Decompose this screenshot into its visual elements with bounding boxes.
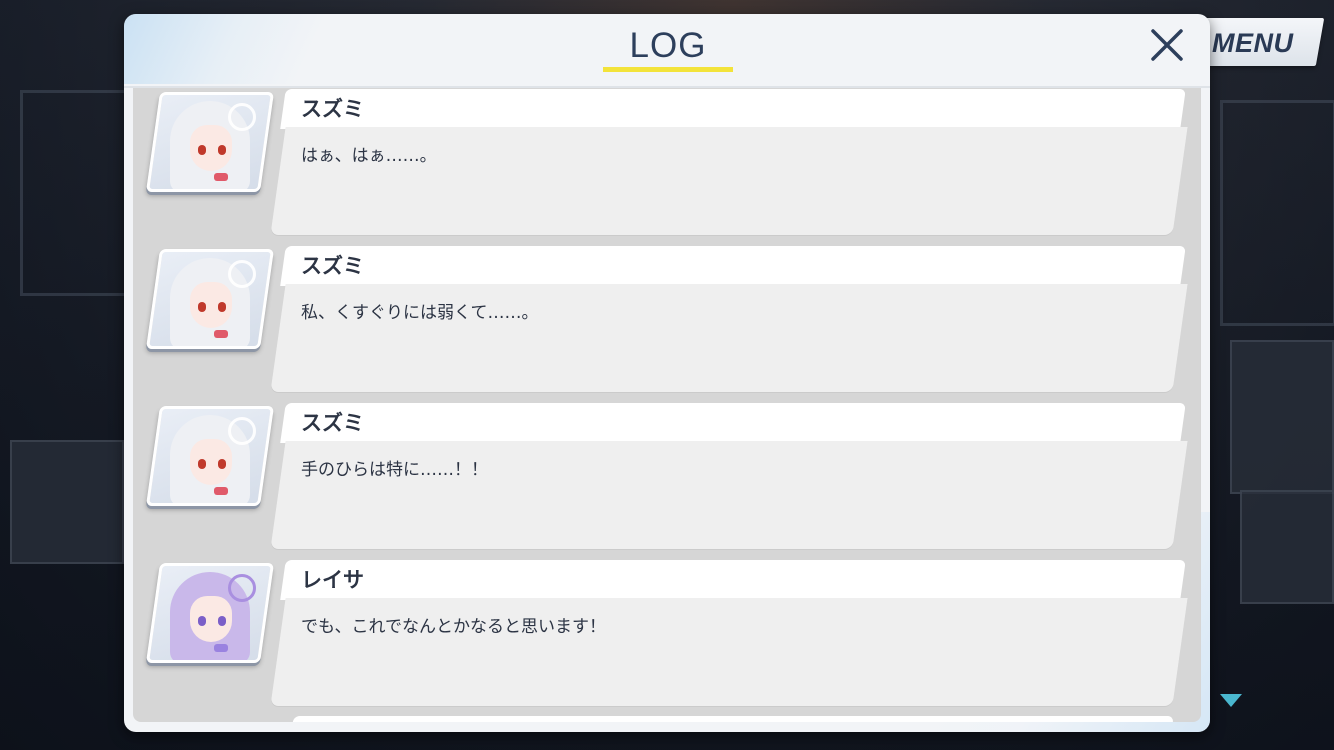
log-entry: スズミ 手のひらは特に……！！	[133, 403, 1201, 553]
log-entry: スズミ 私、くすぐりには弱くて……。	[133, 246, 1201, 396]
speaker-name: スズミ	[301, 97, 364, 121]
speaker-name: スズミ	[301, 254, 364, 278]
speaker-name: スズミ	[301, 411, 364, 435]
dialogue-text: 私、くすぐりには弱くて……。	[301, 303, 539, 323]
log-header: LOG	[124, 14, 1210, 88]
suzumi-portrait	[145, 406, 275, 506]
suzumi-portrait	[145, 92, 275, 192]
speaker-name-plate	[280, 89, 1186, 129]
log-list[interactable]: スズミ はぁ、はぁ……。 スズミ 私、くすぐりには弱くて……。 スズミ 手のひら…	[133, 88, 1201, 722]
title-underline	[603, 67, 733, 72]
menu-button-label[interactable]: MENU	[1212, 24, 1312, 62]
log-entry: レイサ でも、これでなんとかなると思います！	[133, 560, 1201, 710]
log-title: LOG	[629, 26, 707, 65]
dialogue-text: でも、これでなんとかなると思います！	[301, 617, 606, 637]
dialogue-text: はぁ、はぁ……。	[301, 146, 437, 166]
speaker-name: レイサ	[301, 568, 364, 592]
dialogue-text: 手のひらは特に……！！	[301, 460, 488, 480]
log-entry: スズミ はぁ、はぁ……。	[133, 89, 1201, 239]
close-button[interactable]	[1144, 22, 1190, 68]
log-panel: LOG スズミ はぁ、はぁ……。 スズミ 私、くすぐりには弱くて……。 スズミ …	[124, 14, 1210, 732]
triangle-down-icon[interactable]	[1220, 694, 1242, 707]
suzumi-portrait	[145, 249, 275, 349]
speaker-name-plate	[280, 560, 1186, 600]
reisa-portrait	[145, 563, 275, 663]
speaker-name-plate	[280, 246, 1186, 286]
close-icon	[1151, 29, 1183, 61]
speaker-name-plate	[280, 403, 1186, 443]
next-entry-partial	[292, 716, 1174, 722]
